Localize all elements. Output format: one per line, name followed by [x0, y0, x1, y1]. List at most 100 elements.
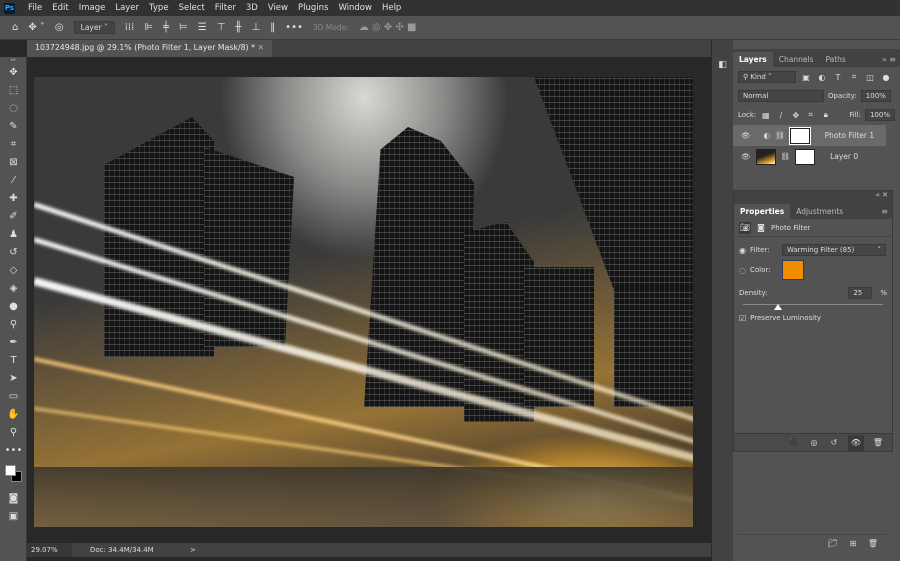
panel-menu-icon[interactable]: ≡	[877, 204, 892, 219]
dodge-tool-icon[interactable]: ⚲	[0, 315, 27, 333]
type-tool-icon[interactable]: T	[0, 351, 27, 369]
layer-thumbnail[interactable]	[755, 148, 776, 165]
tab-adjustments[interactable]: Adjustments	[790, 204, 849, 219]
layer-mask-thumbnail[interactable]	[788, 126, 811, 145]
path-select-icon[interactable]: ➤	[0, 369, 27, 387]
view-previous-icon[interactable]: ◎	[808, 437, 820, 449]
new-layer-icon[interactable]: ⊞	[847, 537, 859, 549]
zoom-level[interactable]: 29.07%	[27, 543, 72, 557]
tab-paths[interactable]: Paths	[819, 52, 851, 67]
blend-mode-dropdown[interactable]: Normal	[738, 90, 824, 102]
visibility-eye-icon[interactable]: 👁︎	[741, 131, 751, 140]
menu-edit[interactable]: Edit	[47, 3, 73, 13]
pen-tool-icon[interactable]: ✒	[0, 333, 27, 351]
filter-radio[interactable]: ◉	[739, 246, 746, 255]
align-center-icon[interactable]: ╪	[163, 22, 169, 33]
filter-kind-dropdown[interactable]: ⚲ Kind ˅	[738, 71, 796, 83]
frame-tool-icon[interactable]: ⊠	[0, 153, 27, 171]
layer-row-layer-0[interactable]: 👁︎ ⛓︎ Layer 0	[733, 146, 886, 167]
screen-mode-icon[interactable]: ▣	[0, 507, 27, 525]
align-middle-icon[interactable]: ╫	[235, 22, 241, 33]
filter-smart-object-icon[interactable]: ◫	[864, 71, 876, 83]
panel-menu-icon[interactable]: » ≡	[878, 52, 900, 67]
tab-channels[interactable]: Channels	[773, 52, 820, 67]
opacity-input[interactable]: 100%	[860, 90, 891, 102]
auto-select-dropdown[interactable]: Layer ˅	[73, 21, 115, 34]
filter-toggle-icon[interactable]: ●	[880, 71, 892, 83]
menu-help[interactable]: Help	[377, 3, 406, 13]
color-radio[interactable]: ○	[739, 266, 746, 275]
rectangle-tool-icon[interactable]: ▭	[0, 387, 27, 405]
more-icon[interactable]: •••	[285, 22, 303, 33]
layer-comps-icon[interactable]: ◧	[712, 60, 733, 70]
menu-window[interactable]: Window	[333, 3, 377, 13]
clip-to-layer-icon[interactable]: ⬛	[788, 437, 800, 449]
layer-mask-thumbnail[interactable]	[795, 148, 816, 165]
more-tools-icon[interactable]: •••	[0, 441, 27, 459]
distribute-vertical-icon[interactable]: ‖	[270, 22, 275, 33]
paint-bucket-icon[interactable]: ◈	[0, 279, 27, 297]
hand-tool-icon[interactable]: ✋	[0, 405, 27, 423]
distribute-icon[interactable]: ☰	[198, 22, 207, 33]
adjustment-icon[interactable]: 📷︎	[739, 221, 751, 234]
visibility-eye-icon[interactable]: 👁︎	[848, 434, 864, 451]
status-menu-arrow[interactable]: >	[190, 546, 196, 554]
menu-layer[interactable]: Layer	[110, 3, 144, 13]
align-top-icon[interactable]: ⊤	[217, 22, 226, 33]
mask-icon[interactable]: ◙	[755, 222, 767, 234]
menu-select[interactable]: Select	[174, 3, 210, 13]
home-icon[interactable]: ⌂	[12, 22, 18, 33]
quick-select-tool-icon[interactable]: ✎	[0, 117, 27, 135]
menu-3d[interactable]: 3D	[241, 3, 263, 13]
stamp-tool-icon[interactable]: ♟	[0, 225, 27, 243]
density-slider-thumb[interactable]	[774, 304, 782, 310]
delete-layer-icon[interactable]: 🗑︎	[867, 537, 879, 549]
crop-tool-icon[interactable]: ⌗	[0, 135, 27, 153]
menu-view[interactable]: View	[263, 3, 293, 13]
align-right-icon[interactable]: ⊨	[179, 22, 188, 33]
move-tool-icon[interactable]: ✥ ˅	[28, 22, 45, 33]
align-bottom-icon[interactable]: ⊥	[251, 22, 260, 33]
lasso-tool-icon[interactable]: ◌	[0, 99, 27, 117]
eraser-tool-icon[interactable]: ◇	[0, 261, 27, 279]
zoom-tool-icon[interactable]: ⚲	[0, 423, 27, 441]
healing-tool-icon[interactable]: ✚	[0, 189, 27, 207]
transform-controls-icon[interactable]: ⁞⁞⁞	[125, 22, 135, 33]
eyedropper-tool-icon[interactable]: ⁄	[0, 171, 27, 189]
delete-icon[interactable]: 🗑︎	[872, 437, 884, 449]
lock-pixels-icon[interactable]: /	[775, 109, 786, 121]
fill-input[interactable]: 100%	[864, 109, 895, 121]
blur-tool-icon[interactable]: ●	[0, 297, 27, 315]
density-input[interactable]: 25	[848, 287, 873, 299]
menu-file[interactable]: File	[23, 3, 47, 13]
menu-image[interactable]: Image	[74, 3, 111, 13]
preserve-luminosity-checkbox[interactable]: ☑	[739, 314, 746, 323]
filter-pixel-icon[interactable]: ▣	[800, 71, 812, 83]
tab-properties[interactable]: Properties	[734, 204, 791, 219]
filter-adjustment-icon[interactable]: ◐	[816, 71, 828, 83]
menu-plugins[interactable]: Plugins	[293, 3, 333, 13]
filter-dropdown[interactable]: Warming Filter (85) ˅	[781, 244, 886, 256]
close-icon[interactable]: ✕	[257, 43, 264, 52]
density-slider[interactable]	[743, 303, 883, 311]
visibility-eye-icon[interactable]: 👁︎	[741, 152, 751, 161]
new-group-icon[interactable]: 📁︎	[827, 537, 839, 549]
align-left-icon[interactable]: ⊫	[144, 22, 153, 33]
tab-layers[interactable]: Layers	[733, 52, 773, 67]
layer-row-photo-filter[interactable]: 👁︎ ◐ ⛓︎ Photo Filter 1	[733, 125, 886, 146]
close-icon[interactable]: « ✕	[734, 191, 892, 201]
color-swatch[interactable]	[781, 260, 804, 280]
brush-tool-icon[interactable]: ✐	[0, 207, 27, 225]
lock-position-icon[interactable]: ✥	[790, 109, 801, 121]
auto-select-icon[interactable]: ◎	[55, 22, 64, 33]
move-tool-icon[interactable]: ✥	[0, 63, 27, 81]
marquee-tool-icon[interactable]: ⬚	[0, 81, 27, 99]
reset-icon[interactable]: ↺	[828, 437, 840, 449]
lock-artboard-icon[interactable]: ⌗	[805, 109, 816, 121]
color-swatches[interactable]	[0, 459, 27, 489]
lock-transparent-icon[interactable]: ▦	[760, 109, 771, 121]
document-image[interactable]	[34, 77, 693, 527]
menu-type[interactable]: Type	[144, 3, 174, 13]
document-tab[interactable]: 103724948.jpg @ 29.1% (Photo Filter 1, L…	[27, 40, 272, 57]
history-brush-icon[interactable]: ↺	[0, 243, 27, 261]
